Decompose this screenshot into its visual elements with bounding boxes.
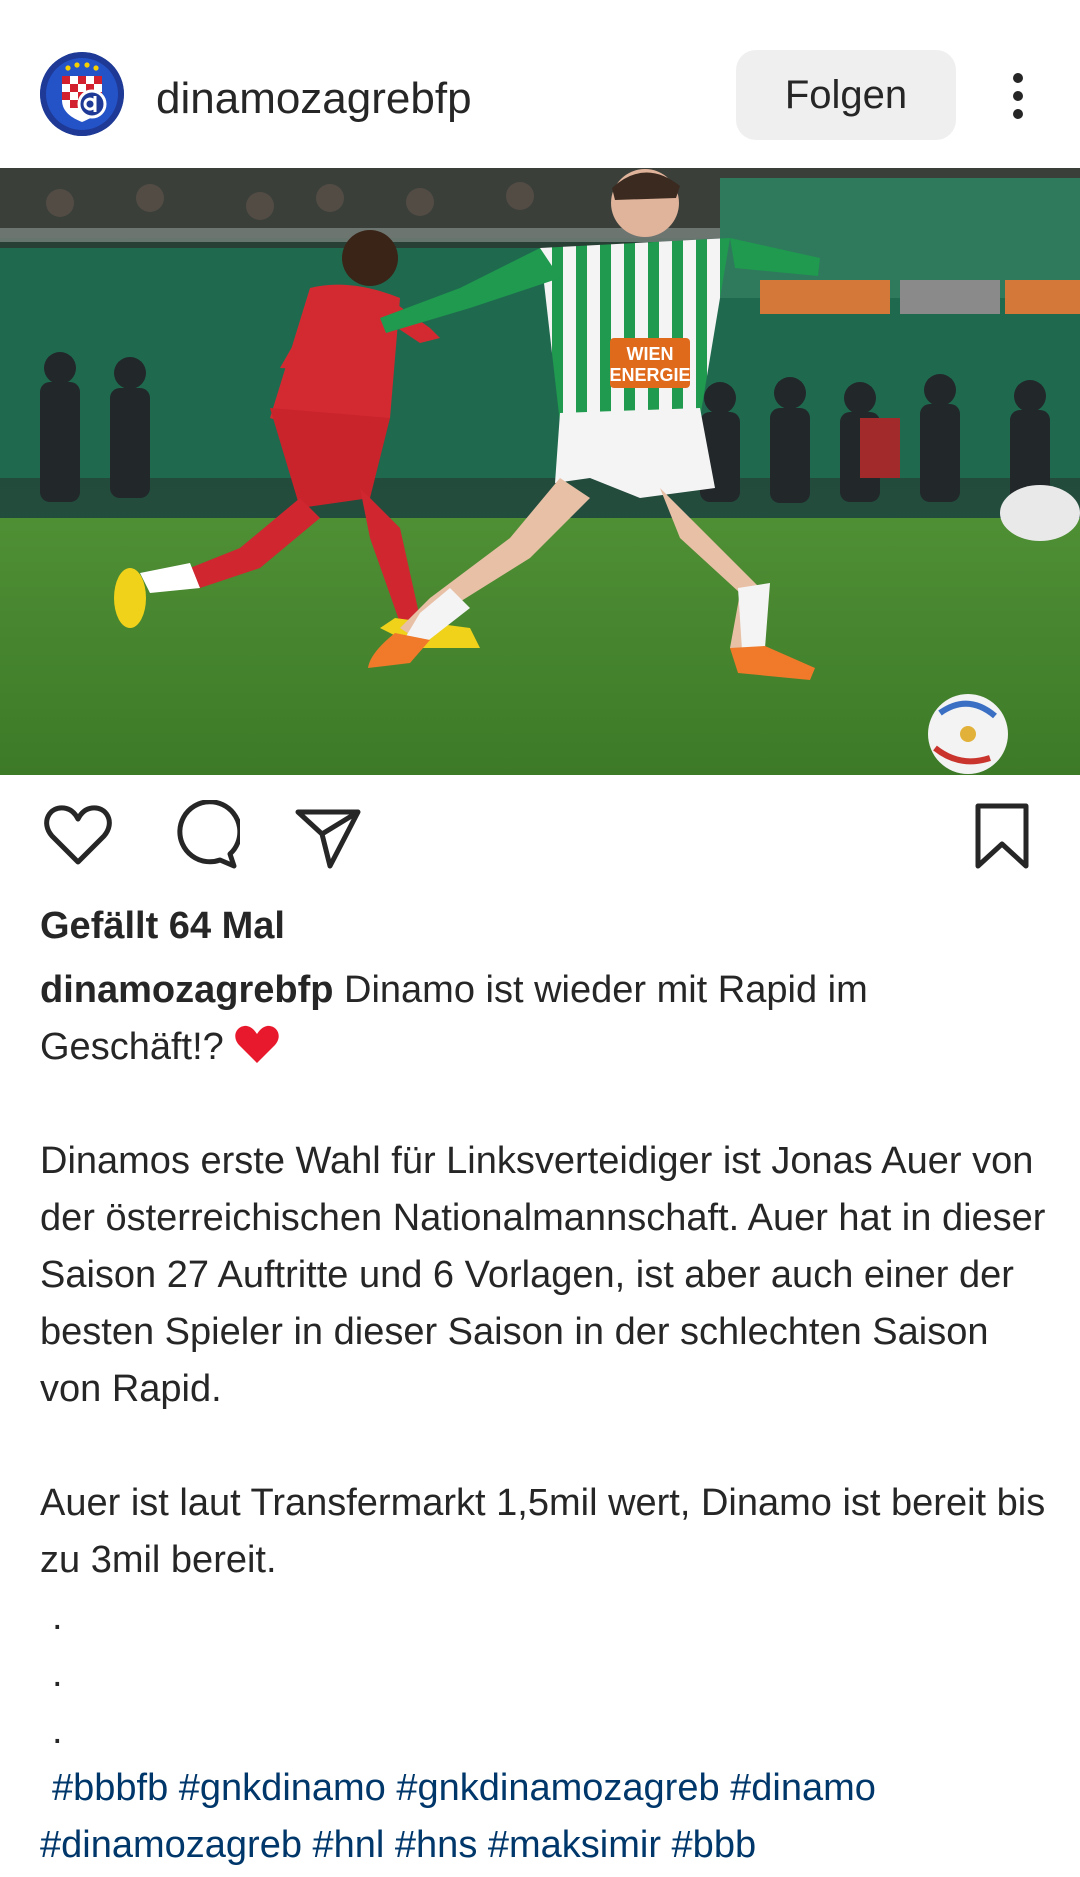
post-photo[interactable]: WIEN ENERGIE: [0, 168, 1080, 775]
jersey-sponsor-1: WIEN: [627, 344, 674, 364]
post-header: dinamozagrebfp Folgen: [0, 0, 1080, 168]
caption-dot: .: [52, 1710, 63, 1752]
header-username[interactable]: dinamozagrebfp: [156, 74, 472, 124]
soccer-ball: [928, 694, 1008, 774]
post-caption: dinamozagrebfp Dinamo ist wieder mit Rap…: [40, 962, 1050, 1874]
hashtags-line-1[interactable]: #bbbfb #gnkdinamo #gnkdinamozagreb #dina…: [40, 1760, 1050, 1817]
caption-dot: .: [52, 1596, 63, 1638]
avatar[interactable]: [40, 52, 124, 136]
heart-icon[interactable]: [42, 800, 114, 872]
follow-button[interactable]: Folgen: [736, 50, 956, 140]
caption-paragraph-2: Auer ist laut Transfermarkt 1,5mil wert,…: [40, 1482, 1046, 1581]
hashtags-line-2[interactable]: #dinamozagreb #hnl #hns #maksimir #bbb: [40, 1817, 1050, 1874]
comment-icon[interactable]: [168, 800, 240, 872]
dinamo-crest-icon: [40, 52, 124, 136]
caption-username[interactable]: dinamozagrebfp: [40, 969, 333, 1011]
red-heart-emoji: [235, 1025, 280, 1063]
jersey-sponsor-2: ENERGIE: [609, 365, 690, 385]
caption-dot: .: [52, 1653, 63, 1695]
bookmark-icon[interactable]: [966, 800, 1038, 872]
post-actions: [0, 800, 1080, 880]
likes-count[interactable]: Gefällt 64 Mal: [40, 905, 285, 948]
caption-paragraph-1: Dinamos erste Wahl für Linksverteidiger …: [40, 1140, 1046, 1410]
more-options-icon[interactable]: [1000, 70, 1036, 122]
share-icon[interactable]: [292, 800, 364, 872]
soccer-match-image: WIEN ENERGIE: [0, 168, 1080, 775]
